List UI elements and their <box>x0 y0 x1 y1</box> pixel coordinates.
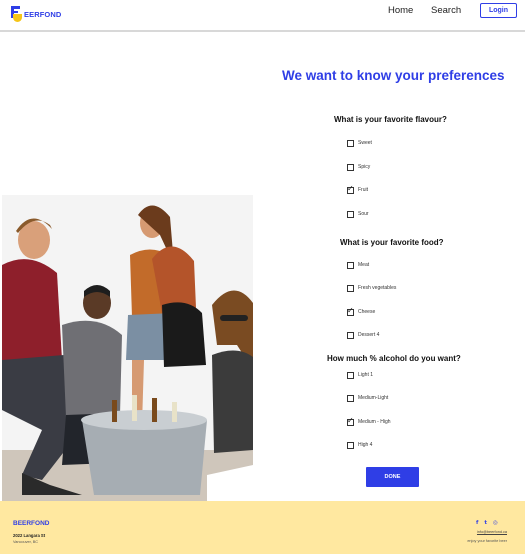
site-footer: BEERFOND 2022 Langara St Vancouver, BC f… <box>0 501 525 554</box>
option-label: High 4 <box>358 442 373 448</box>
option-high[interactable]: High 4 <box>347 440 372 450</box>
footer-tagline: enjoy your favorite beer <box>467 539 507 543</box>
option-spicy[interactable]: Spicy <box>347 162 370 172</box>
option-fruit[interactable]: Fruit <box>347 184 368 195</box>
footer-address-line1: 2022 Langara St <box>13 533 46 538</box>
checkbox-icon[interactable] <box>347 441 354 449</box>
checkbox-icon[interactable] <box>347 394 354 402</box>
nav-link-home[interactable]: Home <box>388 5 413 16</box>
option-light[interactable]: Light 1 <box>347 370 373 380</box>
checkbox-icon[interactable] <box>347 163 354 171</box>
option-sweet[interactable]: Sweet <box>347 138 372 148</box>
checkbox-icon[interactable] <box>347 261 354 269</box>
question-flavour: What is your favorite flavour? <box>334 115 447 124</box>
option-label: Dessert 4 <box>358 332 380 338</box>
done-button[interactable]: DONE <box>366 467 419 487</box>
twitter-icon[interactable]: t <box>484 520 487 526</box>
checkbox-icon[interactable] <box>347 416 354 426</box>
checkbox-icon[interactable] <box>347 306 354 316</box>
option-label: Spicy <box>358 164 371 170</box>
logo[interactable]: EERFOND <box>11 5 61 23</box>
option-label: Light 1 <box>358 372 374 378</box>
option-label: Sweet <box>358 140 372 146</box>
logo-text: EERFOND <box>24 9 62 19</box>
preferences-title: We want to know your preferences <box>282 68 505 83</box>
instagram-icon[interactable]: ◎ <box>493 520 498 526</box>
checkbox-icon[interactable] <box>347 139 354 147</box>
checkbox-icon[interactable] <box>347 331 354 339</box>
option-dessert[interactable]: Dessert 4 <box>347 330 379 340</box>
footer-email-link[interactable]: info@beerfond.ca <box>477 530 507 534</box>
option-fresh-vegetables[interactable]: Fresh vegetables <box>347 283 396 293</box>
login-button[interactable]: Login <box>480 3 517 18</box>
friends-photo <box>2 195 253 501</box>
option-medium-high[interactable]: Medium - High <box>347 416 391 427</box>
checkbox-icon[interactable] <box>347 371 354 379</box>
option-label: Meat <box>358 262 370 268</box>
checkbox-icon[interactable] <box>347 210 354 218</box>
checkbox-icon[interactable] <box>347 284 354 292</box>
footer-address-line2: Vancouver, BC <box>13 540 39 544</box>
option-label: Medium-Light <box>358 395 389 401</box>
option-label: Sour <box>358 211 369 217</box>
option-label: Fruit <box>358 187 368 193</box>
option-medium-light[interactable]: Medium-Light <box>347 393 388 403</box>
site-header: EERFOND Home Search Login <box>0 0 525 32</box>
option-sour[interactable]: Sour <box>347 209 369 219</box>
option-meat[interactable]: Meat <box>347 260 369 270</box>
nav-link-search[interactable]: Search <box>431 5 461 16</box>
social-links: f t ◎ <box>476 520 498 526</box>
page: EERFOND Home Search Login We want to kno… <box>0 0 525 554</box>
option-label: Cheese <box>358 309 376 315</box>
option-cheese[interactable]: Cheese <box>347 306 376 317</box>
question-food: What is your favorite food? <box>340 238 444 247</box>
option-label: Fresh vegetables <box>358 285 397 291</box>
facebook-icon[interactable]: f <box>476 520 478 526</box>
question-alcohol: How much % alcohol do you want? <box>327 354 461 363</box>
logo-mark-icon <box>11 6 23 22</box>
footer-brand: BEERFOND <box>13 520 50 527</box>
checkbox-icon[interactable] <box>347 184 354 194</box>
option-label: Medium - High <box>358 419 391 425</box>
